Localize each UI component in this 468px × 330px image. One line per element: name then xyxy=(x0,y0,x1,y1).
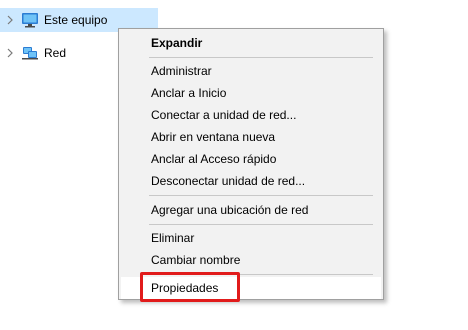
highlight-box xyxy=(140,272,240,302)
menu-separator xyxy=(149,195,373,196)
menu-item-eliminar[interactable]: Eliminar xyxy=(121,227,381,249)
menu-item-label: Agregar una ubicación de red xyxy=(151,203,309,217)
tree-item-label: Red xyxy=(44,46,67,60)
menu-item-expandir[interactable]: Expandir xyxy=(121,32,381,54)
menu-item-label: Abrir en ventana nueva xyxy=(151,130,276,144)
network-icon xyxy=(21,45,39,61)
menu-item-conectar-unidad-red[interactable]: Conectar a unidad de red... xyxy=(121,104,381,126)
menu-item-label: Administrar xyxy=(151,64,212,78)
context-menu: Expandir Administrar Anclar a Inicio Con… xyxy=(118,28,384,300)
menu-item-label: Desconectar unidad de red... xyxy=(151,174,306,188)
menu-item-abrir-ventana-nueva[interactable]: Abrir en ventana nueva xyxy=(121,126,381,148)
menu-item-anclar-acceso-rapido[interactable]: Anclar al Acceso rápido xyxy=(121,148,381,170)
menu-item-administrar[interactable]: Administrar xyxy=(121,60,381,82)
menu-item-label: Anclar a Inicio xyxy=(151,86,227,100)
tree-item-label: Este equipo xyxy=(44,13,108,27)
chevron-right-icon[interactable] xyxy=(5,48,15,58)
menu-item-anclar-inicio[interactable]: Anclar a Inicio xyxy=(121,82,381,104)
menu-item-cambiar-nombre[interactable]: Cambiar nombre xyxy=(121,249,381,271)
menu-separator xyxy=(149,224,373,225)
menu-separator xyxy=(149,57,373,58)
menu-item-label: Anclar al Acceso rápido xyxy=(151,152,277,166)
menu-item-desconectar-unidad-red[interactable]: Desconectar unidad de red... xyxy=(121,170,381,192)
chevron-right-icon[interactable] xyxy=(5,15,15,25)
menu-item-agregar-ubicacion-red[interactable]: Agregar una ubicación de red xyxy=(121,199,381,221)
menu-item-label: Cambiar nombre xyxy=(151,253,241,267)
menu-item-label: Expandir xyxy=(151,36,203,50)
menu-item-label: Eliminar xyxy=(151,231,195,245)
menu-item-label: Conectar a unidad de red... xyxy=(151,108,297,122)
computer-icon xyxy=(21,12,39,28)
explorer-view: Este equipo Red Expandir Administrar Anc… xyxy=(0,0,468,330)
